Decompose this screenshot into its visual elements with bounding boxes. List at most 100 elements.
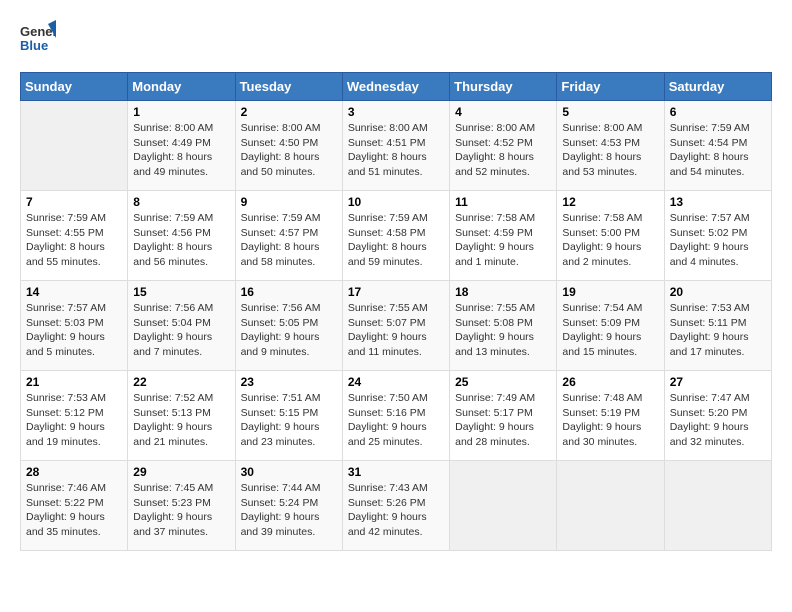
calendar-cell: 4Sunrise: 8:00 AM Sunset: 4:52 PM Daylig… [450, 101, 557, 191]
calendar-cell: 6 Sunrise: 7:59 AM Sunset: 4:54 PM Daylig… [664, 101, 771, 191]
day-number: 29 [133, 465, 229, 479]
day-number: 14 [26, 285, 122, 299]
day-number: 3 [348, 105, 444, 119]
day-number: 30 [241, 465, 337, 479]
day-info: Sunrise: 7:45 AM Sunset: 5:23 PM Dayligh… [133, 481, 229, 540]
day-info: Sunrise: 7:58 AM Sunset: 4:59 PM Dayligh… [455, 211, 551, 270]
day-info: Sunrise: 7:56 AM Sunset: 5:05 PM Dayligh… [241, 301, 337, 360]
day-number: 6 [670, 105, 766, 119]
day-number: 10 [348, 195, 444, 209]
day-number: 21 [26, 375, 122, 389]
calendar-cell: 2 Sunrise: 8:00 AM Sunset: 4:50 PM Daylig… [235, 101, 342, 191]
day-info: Sunrise: 7:53 AM Sunset: 5:11 PM Dayligh… [670, 301, 766, 360]
day-number: 7 [26, 195, 122, 209]
calendar-cell [450, 461, 557, 551]
calendar-cell: 23 Sunrise: 7:51 AM Sunset: 5:15 PM Dayli… [235, 371, 342, 461]
calendar-cell [21, 101, 128, 191]
week-row-4: 21 Sunrise: 7:53 AM Sunset: 5:12 PM Dayli… [21, 371, 772, 461]
week-row-1: 1 Sunrise: 8:00 AM Sunset: 4:49 PM Daylig… [21, 101, 772, 191]
calendar-cell: 20 Sunrise: 7:53 AM Sunset: 5:11 PM Dayli… [664, 281, 771, 371]
day-info: Sunrise: 7:59 AM Sunset: 4:58 PM Dayligh… [348, 211, 444, 270]
day-number: 20 [670, 285, 766, 299]
day-info: Sunrise: 7:49 AM Sunset: 5:17 PM Dayligh… [455, 391, 551, 450]
calendar-cell: 10 Sunrise: 7:59 AM Sunset: 4:58 PM Dayli… [342, 191, 449, 281]
logo-icon: General Blue [20, 20, 56, 56]
calendar-cell: 19 Sunrise: 7:54 AM Sunset: 5:09 PM Dayli… [557, 281, 664, 371]
day-info: Sunrise: 7:50 AM Sunset: 5:16 PM Dayligh… [348, 391, 444, 450]
header-tuesday: Tuesday [235, 73, 342, 101]
day-number: 13 [670, 195, 766, 209]
day-info: Sunrise: 7:51 AM Sunset: 5:15 PM Dayligh… [241, 391, 337, 450]
day-info: Sunrise: 7:59 AM Sunset: 4:54 PM Dayligh… [670, 121, 766, 180]
svg-text:Blue: Blue [20, 38, 48, 53]
day-info: Sunrise: 8:00 AM Sunset: 4:53 PM Dayligh… [562, 121, 658, 180]
logo: General Blue [20, 20, 56, 56]
calendar-cell: 5Sunrise: 8:00 AM Sunset: 4:53 PM Daylig… [557, 101, 664, 191]
day-number: 8 [133, 195, 229, 209]
day-info: Sunrise: 7:44 AM Sunset: 5:24 PM Dayligh… [241, 481, 337, 540]
day-number: 1 [133, 105, 229, 119]
calendar-cell [557, 461, 664, 551]
day-info: Sunrise: 8:00 AM Sunset: 4:49 PM Dayligh… [133, 121, 229, 180]
calendar-cell: 22 Sunrise: 7:52 AM Sunset: 5:13 PM Dayli… [128, 371, 235, 461]
calendar-cell: 21 Sunrise: 7:53 AM Sunset: 5:12 PM Dayli… [21, 371, 128, 461]
day-info: Sunrise: 8:00 AM Sunset: 4:51 PM Dayligh… [348, 121, 444, 180]
calendar-cell: 29 Sunrise: 7:45 AM Sunset: 5:23 PM Dayli… [128, 461, 235, 551]
calendar-cell: 3 Sunrise: 8:00 AM Sunset: 4:51 PM Daylig… [342, 101, 449, 191]
day-number: 22 [133, 375, 229, 389]
day-info: Sunrise: 7:43 AM Sunset: 5:26 PM Dayligh… [348, 481, 444, 540]
day-number: 18 [455, 285, 551, 299]
day-info: Sunrise: 7:53 AM Sunset: 5:12 PM Dayligh… [26, 391, 122, 450]
day-info: Sunrise: 7:52 AM Sunset: 5:13 PM Dayligh… [133, 391, 229, 450]
day-number: 27 [670, 375, 766, 389]
header-thursday: Thursday [450, 73, 557, 101]
day-number: 24 [348, 375, 444, 389]
calendar-cell: 24 Sunrise: 7:50 AM Sunset: 5:16 PM Dayli… [342, 371, 449, 461]
week-row-2: 7 Sunrise: 7:59 AM Sunset: 4:55 PM Daylig… [21, 191, 772, 281]
day-info: Sunrise: 7:57 AM Sunset: 5:02 PM Dayligh… [670, 211, 766, 270]
calendar-cell [664, 461, 771, 551]
calendar-cell: 15 Sunrise: 7:56 AM Sunset: 5:04 PM Dayli… [128, 281, 235, 371]
day-number: 19 [562, 285, 658, 299]
calendar-cell: 8Sunrise: 7:59 AM Sunset: 4:56 PM Daylig… [128, 191, 235, 281]
header-saturday: Saturday [664, 73, 771, 101]
day-number: 9 [241, 195, 337, 209]
calendar-cell: 13 Sunrise: 7:57 AM Sunset: 5:02 PM Dayli… [664, 191, 771, 281]
day-number: 25 [455, 375, 551, 389]
day-info: Sunrise: 7:57 AM Sunset: 5:03 PM Dayligh… [26, 301, 122, 360]
calendar-cell: 25 Sunrise: 7:49 AM Sunset: 5:17 PM Dayli… [450, 371, 557, 461]
header-friday: Friday [557, 73, 664, 101]
day-info: Sunrise: 7:58 AM Sunset: 5:00 PM Dayligh… [562, 211, 658, 270]
day-info: Sunrise: 7:54 AM Sunset: 5:09 PM Dayligh… [562, 301, 658, 360]
calendar-header-row: Sunday Monday Tuesday Wednesday Thursday… [21, 73, 772, 101]
day-number: 11 [455, 195, 551, 209]
calendar-cell: 14 Sunrise: 7:57 AM Sunset: 5:03 PM Dayli… [21, 281, 128, 371]
day-info: Sunrise: 8:00 AM Sunset: 4:50 PM Dayligh… [241, 121, 337, 180]
day-number: 2 [241, 105, 337, 119]
week-row-3: 14 Sunrise: 7:57 AM Sunset: 5:03 PM Dayli… [21, 281, 772, 371]
day-number: 15 [133, 285, 229, 299]
day-number: 17 [348, 285, 444, 299]
calendar-cell: 31 Sunrise: 7:43 AM Sunset: 5:26 PM Dayli… [342, 461, 449, 551]
day-number: 31 [348, 465, 444, 479]
calendar-cell: 1 Sunrise: 8:00 AM Sunset: 4:49 PM Daylig… [128, 101, 235, 191]
day-number: 16 [241, 285, 337, 299]
day-number: 23 [241, 375, 337, 389]
day-number: 4 [455, 105, 551, 119]
header-wednesday: Wednesday [342, 73, 449, 101]
day-number: 26 [562, 375, 658, 389]
calendar-cell: 27Sunrise: 7:47 AM Sunset: 5:20 PM Dayli… [664, 371, 771, 461]
day-info: Sunrise: 7:55 AM Sunset: 5:08 PM Dayligh… [455, 301, 551, 360]
day-info: Sunrise: 7:56 AM Sunset: 5:04 PM Dayligh… [133, 301, 229, 360]
day-info: Sunrise: 7:55 AM Sunset: 5:07 PM Dayligh… [348, 301, 444, 360]
calendar-table: Sunday Monday Tuesday Wednesday Thursday… [20, 72, 772, 551]
calendar-cell: 28 Sunrise: 7:46 AM Sunset: 5:22 PM Dayli… [21, 461, 128, 551]
calendar-cell: 18 Sunrise: 7:55 AM Sunset: 5:08 PM Dayli… [450, 281, 557, 371]
day-number: 28 [26, 465, 122, 479]
calendar-cell: 26Sunrise: 7:48 AM Sunset: 5:19 PM Dayli… [557, 371, 664, 461]
calendar-cell: 9Sunrise: 7:59 AM Sunset: 4:57 PM Daylig… [235, 191, 342, 281]
calendar-cell: 16 Sunrise: 7:56 AM Sunset: 5:05 PM Dayli… [235, 281, 342, 371]
calendar-cell: 12Sunrise: 7:58 AM Sunset: 5:00 PM Dayli… [557, 191, 664, 281]
day-info: Sunrise: 7:59 AM Sunset: 4:55 PM Dayligh… [26, 211, 122, 270]
day-info: Sunrise: 7:46 AM Sunset: 5:22 PM Dayligh… [26, 481, 122, 540]
